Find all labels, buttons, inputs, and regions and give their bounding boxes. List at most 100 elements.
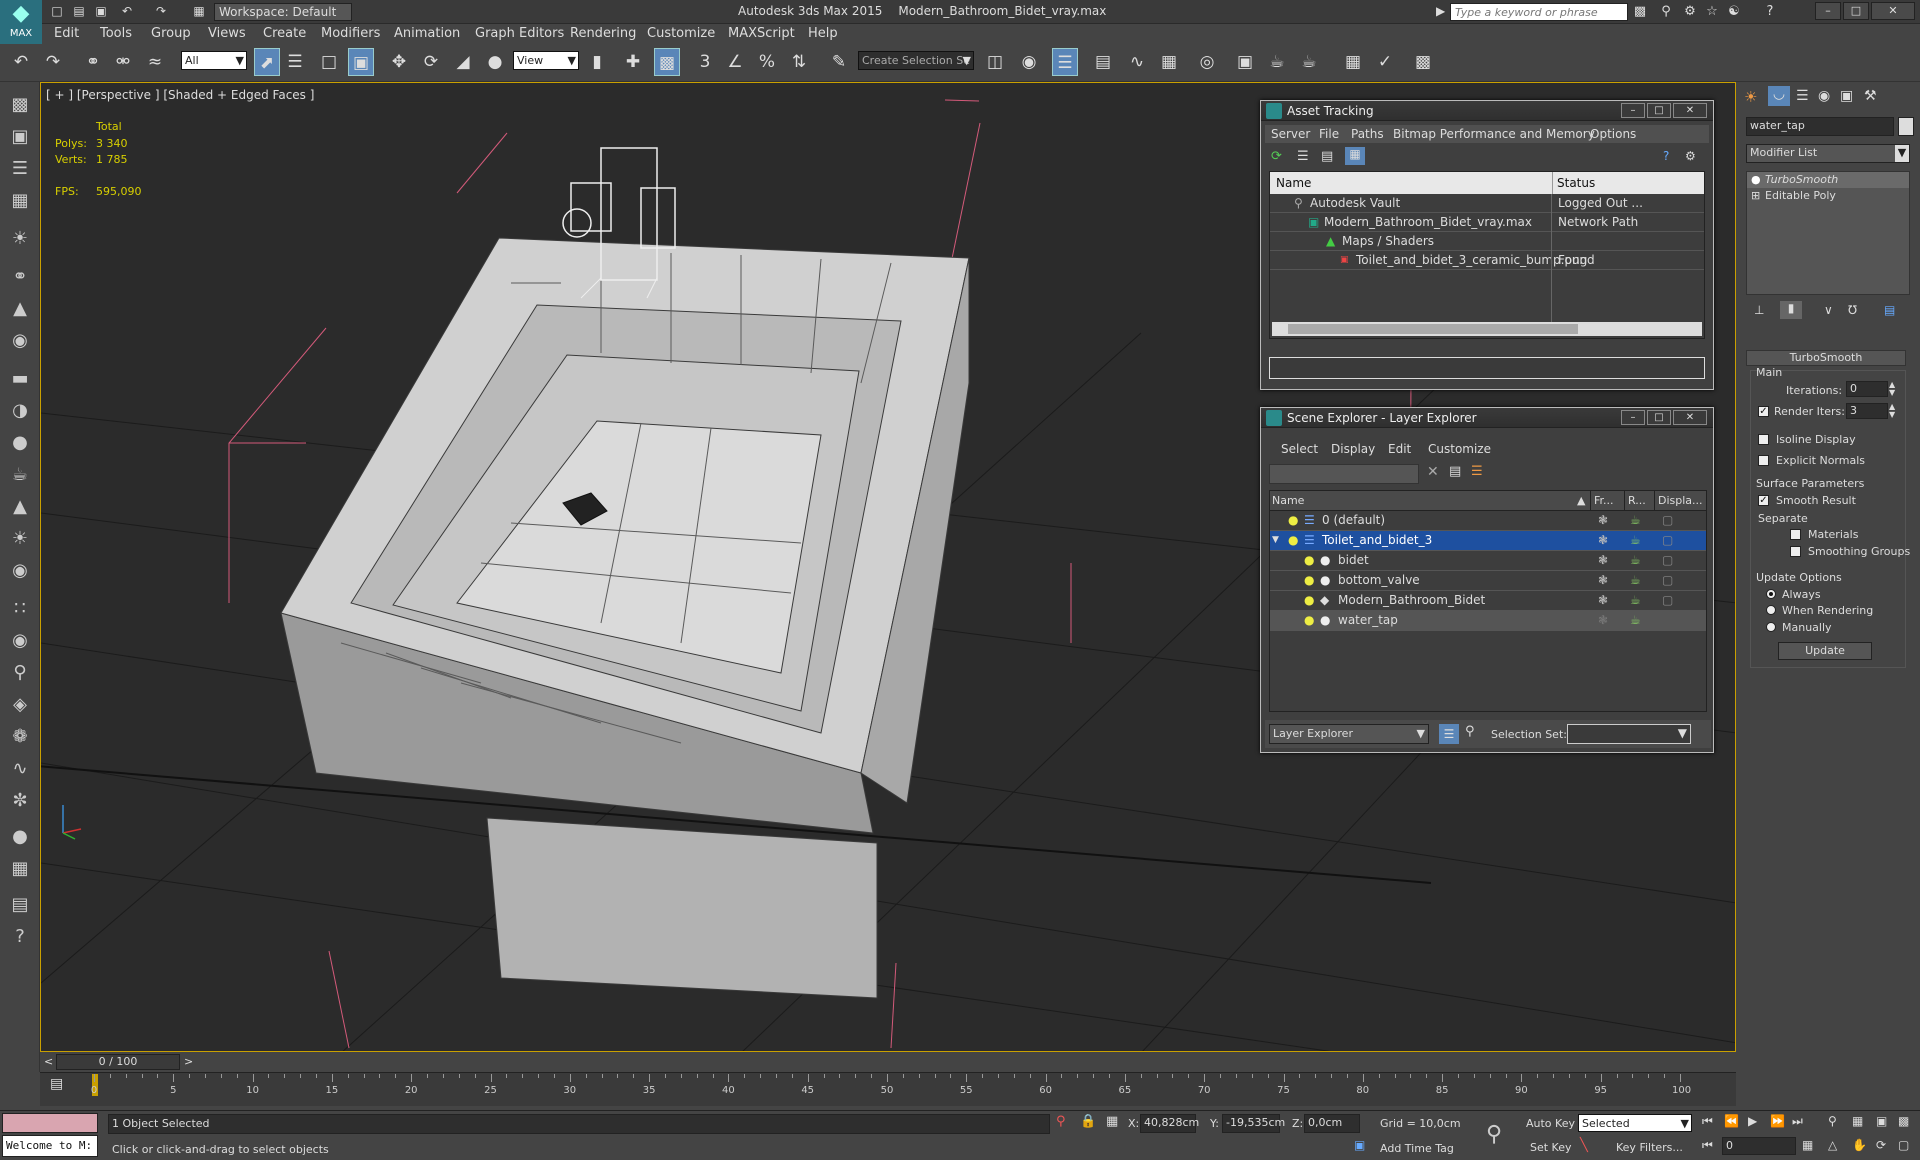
mini-curve-editor-icon[interactable]: ▤ [50, 1076, 63, 1092]
manipulate-icon[interactable]: ✚ [620, 48, 646, 76]
iterations-spinner[interactable]: 0 [1846, 381, 1888, 397]
layout-icon[interactable]: ▦ [6, 856, 34, 882]
rendered-frame-icon[interactable]: ☕ [1264, 48, 1290, 76]
new-layer-icon[interactable]: ▤ [1449, 464, 1461, 479]
layer-col-display[interactable]: Displa... [1654, 491, 1703, 511]
asset-menu-file[interactable]: File [1319, 127, 1339, 141]
render-iters-checkbox[interactable]: ✓ [1758, 406, 1769, 417]
manually-radio[interactable] [1766, 622, 1776, 632]
freeze-icon[interactable]: ❃ [1598, 571, 1608, 590]
cone-icon[interactable]: ▲ [6, 296, 34, 322]
selection-set-dropdown[interactable]: ▼ [1567, 724, 1691, 744]
maximize-viewport-icon[interactable]: ▢ [1898, 1138, 1909, 1152]
remove-modifier-icon[interactable]: ℧ [1848, 303, 1857, 317]
fov-icon[interactable]: △ [1828, 1138, 1837, 1152]
keyboard-shortcut-icon[interactable]: ▩ [654, 48, 680, 76]
maxscript-listener-pink[interactable] [2, 1113, 98, 1133]
key-filters-button[interactable]: Key Filters... [1616, 1141, 1683, 1154]
material-sphere-icon[interactable]: ● [6, 824, 34, 850]
lock-icon[interactable]: 🔒 [1080, 1114, 1096, 1129]
spinner-snap-icon[interactable]: ⇅ [786, 48, 812, 76]
graphite-toggle-icon[interactable]: ▤ [1090, 48, 1116, 76]
plane-icon[interactable]: ▬ [6, 366, 34, 392]
asset-menu-server[interactable]: Server [1271, 127, 1310, 141]
menu-edit[interactable]: Edit [54, 26, 79, 41]
display-icon[interactable]: ▢ [1662, 531, 1673, 550]
menu-graph-editors[interactable]: Graph Editors [475, 26, 564, 41]
modifier-on-icon[interactable]: ● [1751, 172, 1761, 188]
isolate-icon[interactable]: ⚲ [1056, 1114, 1066, 1129]
binoculars-icon[interactable]: ▩ [1630, 3, 1650, 21]
smooth-result-checkbox[interactable]: ✓ [1758, 495, 1769, 506]
search-arrow-icon[interactable]: ▶ [1436, 4, 1445, 18]
angle-snap-icon[interactable]: ∠ [722, 48, 748, 76]
spinner-arrows-icon[interactable]: ▲ ▼ [1889, 381, 1895, 397]
turbosmooth-rollout-header[interactable]: TurboSmooth [1746, 350, 1906, 366]
selection-filter-dropdown[interactable]: All ▼ [181, 51, 247, 70]
app-logo[interactable]: ◆ MAX [0, 0, 42, 44]
scene-menu-display[interactable]: Display [1331, 442, 1375, 456]
save-file-icon[interactable]: ▣ [92, 3, 110, 20]
render-teapot-icon[interactable]: ☕ [1630, 531, 1641, 550]
search-input[interactable]: Type a keyword or phrase [1450, 3, 1628, 21]
always-radio[interactable] [1766, 589, 1776, 599]
layer-row[interactable]: ● ● bottom_valve ❃ ☕ ▢ [1270, 571, 1706, 591]
layer-manager-icon[interactable]: ☰ [1052, 48, 1078, 76]
minimize-button[interactable]: – [1815, 2, 1841, 20]
layer-col-name[interactable]: Name [1272, 491, 1304, 511]
set-keys-key-icon[interactable]: ⚲ [1486, 1122, 1502, 1147]
curve-editor-icon[interactable]: ∿ [1124, 48, 1150, 76]
checker-icon[interactable]: ▦ [1340, 48, 1366, 76]
render-teapot-icon[interactable]: ☕ [1630, 591, 1641, 610]
ref-coord-dropdown[interactable]: View ▼ [513, 51, 579, 70]
modify-tab-icon[interactable]: ◡ [1768, 86, 1790, 106]
layer-col-freeze[interactable]: Fr... [1590, 491, 1614, 511]
named-selection-set-dropdown[interactable]: Create Selection Se ▼ [858, 51, 974, 70]
undo-icon[interactable]: ↶ [8, 48, 34, 76]
list-view-icon[interactable]: ☰ [1297, 149, 1309, 164]
render-teapot-icon[interactable]: ☕ [1630, 571, 1641, 590]
next-key-icon[interactable]: ⏩ [1770, 1114, 1785, 1128]
container-icon[interactable]: ▩ [6, 92, 34, 118]
thumbnail-view-icon[interactable]: ▤ [1321, 149, 1333, 164]
asset-menu-bitmap[interactable]: Bitmap Performance and Memory [1393, 127, 1595, 141]
grid-icon[interactable]: ▦ [6, 188, 34, 214]
modifier-list-dropdown[interactable]: Modifier List ▼ [1746, 144, 1910, 163]
update-button[interactable]: Update [1778, 642, 1872, 660]
play-icon[interactable]: ▶ [1748, 1114, 1757, 1128]
camera-icon[interactable]: ◉ [6, 328, 34, 354]
go-to-start-icon[interactable]: ⏮ [1702, 1114, 1713, 1129]
maximize-button[interactable]: □ [1843, 2, 1869, 20]
light-bulb-icon[interactable]: ☀ [6, 226, 34, 252]
link-icon[interactable]: ⚭ [80, 48, 106, 76]
add-to-layer-icon[interactable]: ☰ [1471, 464, 1483, 479]
new-file-icon[interactable]: □ [48, 3, 66, 20]
isoline-checkbox[interactable] [1758, 434, 1769, 445]
hierarchy-mode-icon[interactable]: ⚲ [1465, 724, 1475, 739]
scene-menu-edit[interactable]: Edit [1388, 442, 1411, 456]
table-view-icon[interactable]: ▦ [1345, 147, 1365, 165]
bind-spacewarp-icon[interactable]: ≈ [142, 48, 168, 76]
zoom-all-icon[interactable]: ▦ [1852, 1114, 1863, 1128]
freeze-icon[interactable]: ❃ [1598, 511, 1608, 530]
utilities-tab-icon[interactable]: ⚒ [1864, 88, 1877, 104]
globe-icon[interactable]: ◈ [6, 692, 34, 718]
prev-key-icon[interactable]: ⏪ [1724, 1114, 1739, 1128]
render-teapot-icon[interactable]: ☕ [1630, 611, 1641, 630]
layer-row[interactable]: ● ◆ Modern_Bathroom_Bidet ❃ ☕ ▢ [1270, 591, 1706, 611]
add-time-tag[interactable]: Add Time Tag [1380, 1142, 1454, 1155]
scene-maximize-button[interactable]: □ [1647, 410, 1671, 425]
key-filter-icon[interactable]: ╲ [1580, 1138, 1588, 1153]
pyramid-icon[interactable]: ▲ [6, 494, 34, 520]
asset-row[interactable]: ▣ Modern_Bathroom_Bidet_vray.max Network P… [1270, 213, 1704, 232]
dynamics-icon[interactable]: ◉ [6, 628, 34, 654]
display-icon[interactable]: ▢ [1662, 591, 1673, 610]
scene-menu-customize[interactable]: Customize [1428, 442, 1491, 456]
motion-tab-icon[interactable]: ◉ [1818, 88, 1830, 104]
freeze-icon[interactable]: ❃ [1598, 531, 1608, 550]
time-slider[interactable]: 0 / 100 [56, 1054, 180, 1070]
scene-explorer-titlebar[interactable]: Scene Explorer - Layer Explorer [1261, 408, 1713, 428]
viewport-label[interactable]: [ + ] [Perspective ] [Shaded + Edged Fac… [46, 88, 314, 102]
percent-snap-icon[interactable]: % [754, 48, 780, 76]
time-config-icon[interactable]: ▦ [1802, 1138, 1813, 1152]
